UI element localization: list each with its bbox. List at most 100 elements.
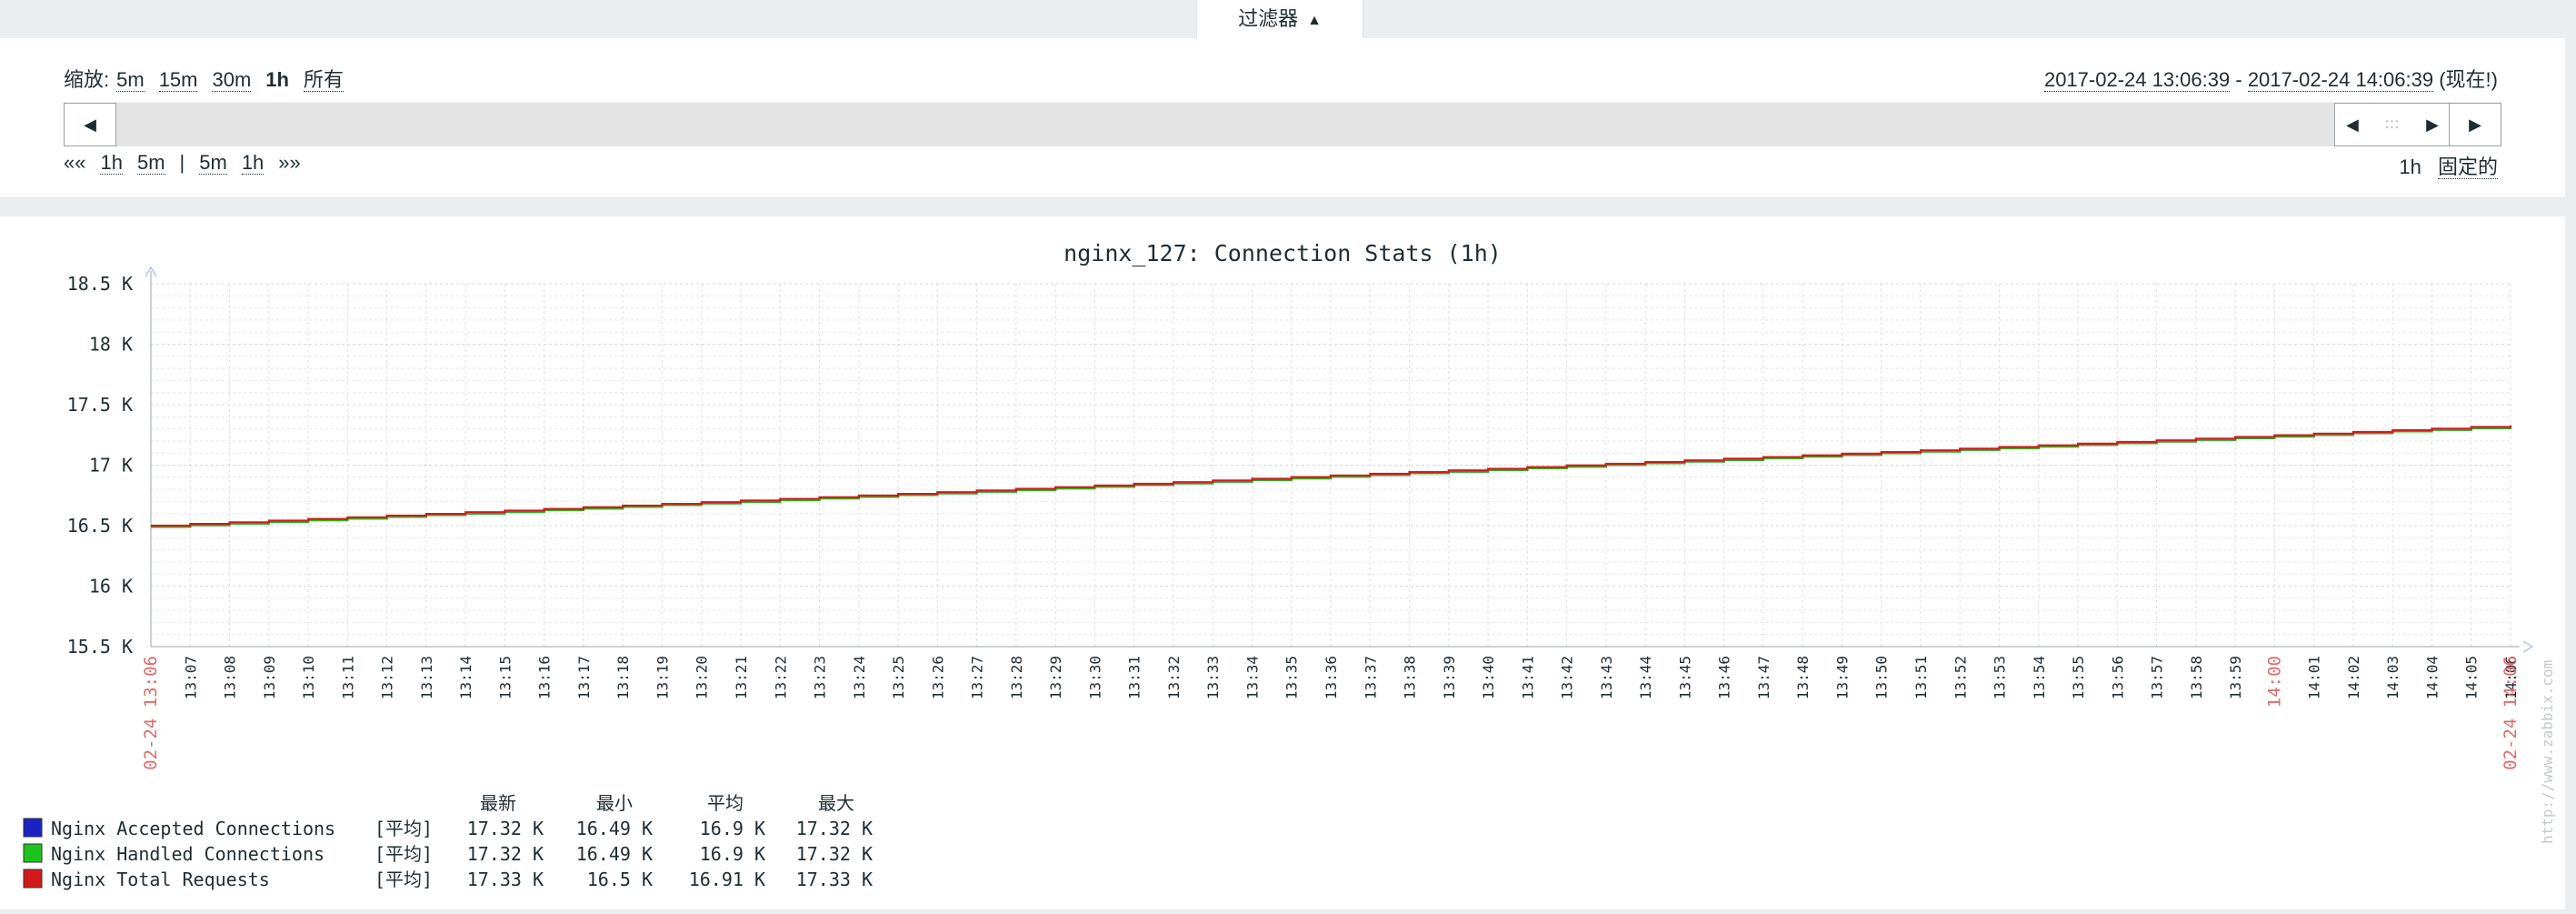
- zoom-30m-link[interactable]: 30m: [212, 69, 252, 92]
- axes: 15.5 K 16 K 16.5 K 17 K 17.5 K 18 K 18.5 K 13:0…: [67, 266, 2534, 770]
- legend-func-label: [平均]: [374, 869, 433, 890]
- connection-stats-graph[interactable]: 15.5 K 16 K 16.5 K 17 K 17.5 K 18 K 18.5 K 13:0…: [0, 216, 2565, 909]
- x-tick-label: 13:15: [496, 656, 514, 699]
- y-tick-label: 16.5 K: [67, 515, 133, 537]
- x-tick-label: 13:54: [2031, 656, 2048, 699]
- legend-header: 最新: [480, 792, 516, 814]
- legend-header: 平均: [707, 792, 744, 814]
- y-tick-label: 18 K: [89, 334, 133, 356]
- legend-stat-value: 17.33 K: [796, 869, 873, 890]
- x-tick-label: 13:35: [1283, 656, 1301, 699]
- x-tick-label: 13:58: [2188, 656, 2205, 699]
- chart-title: nginx_127: Connection Stats (1h): [1063, 240, 1502, 266]
- x-tick-label: 13:30: [1086, 656, 1103, 699]
- shift-forward-icon[interactable]: »»: [278, 151, 300, 175]
- range-to[interactable]: 2017-02-24 14:06:39: [2247, 68, 2434, 92]
- filter-toggle-tab[interactable]: 过滤器 ▲: [1196, 0, 1363, 40]
- caret-up-icon: ▲: [1307, 13, 1322, 28]
- x-tick-label: 13:40: [1480, 656, 1497, 699]
- x-tick-label: 13:57: [2149, 656, 2166, 699]
- shift-back-1h-link[interactable]: 1h: [100, 152, 123, 175]
- legend-stat-value: 16.49 K: [576, 818, 653, 839]
- x-tick-label: 13:43: [1598, 656, 1615, 699]
- x-end-label: 02-24 14:06: [2501, 656, 2521, 770]
- triangle-left-icon: ◀: [84, 116, 96, 134]
- time-scrollbar[interactable]: ◀ ◀ ::: ▶ ▶: [64, 102, 2501, 146]
- x-tick-label: 13:33: [1204, 656, 1222, 699]
- x-start-label: 02-24 13:06: [141, 656, 161, 770]
- range-from[interactable]: 2017-02-24 13:06:39: [2043, 68, 2231, 92]
- shift-forward-5m-link[interactable]: 5m: [199, 152, 227, 175]
- shift-back-5m-link[interactable]: 5m: [136, 152, 165, 175]
- x-tick-label-highlight: 14:00: [2264, 656, 2284, 708]
- x-tick-label: 14:02: [2345, 656, 2362, 699]
- legend-series-name: Nginx Total Requests: [51, 869, 270, 890]
- x-axis-arrow-icon: [2522, 640, 2534, 653]
- x-tick-label: 13:34: [1243, 656, 1261, 699]
- legend-header: 最小: [596, 792, 633, 814]
- scroll-left-button[interactable]: ◀: [64, 103, 116, 146]
- x-tick-label: 13:41: [1519, 656, 1536, 699]
- x-tick-label: 13:19: [654, 656, 671, 699]
- legend-stat-value: 17.32 K: [796, 818, 873, 839]
- x-tick-label: 13:48: [1794, 656, 1812, 699]
- legend-color-swatch: [23, 818, 43, 838]
- x-tick-label: 13:25: [890, 656, 907, 699]
- x-tick-label: 13:24: [851, 656, 868, 699]
- zoom-5m-link[interactable]: 5m: [116, 69, 145, 92]
- x-tick-label: 13:42: [1559, 656, 1576, 699]
- grid: [151, 283, 2511, 648]
- x-tick-label: 13:08: [222, 656, 239, 699]
- legend-stat-value: 16.49 K: [576, 843, 653, 865]
- zoom-15m-link[interactable]: 15m: [158, 69, 198, 92]
- x-tick-label: 13:46: [1716, 656, 1733, 699]
- shift-separator: |: [179, 151, 185, 174]
- zoom-label: 缩放:: [64, 68, 110, 91]
- handle-resize-right-icon[interactable]: ▶: [2426, 116, 2439, 135]
- x-tick-label: 13:55: [2070, 656, 2087, 699]
- x-tick-label: 13:13: [418, 656, 435, 699]
- grip-icon: :::: [2384, 116, 2401, 132]
- y-tick-label: 17.5 K: [67, 394, 133, 416]
- x-tick-label: 13:49: [1833, 656, 1851, 699]
- time-filter-panel: 缩放: 5m 15m 30m 1h 所有 2017-02-24 13:06:39…: [0, 38, 2565, 198]
- y-tick-label: 17 K: [89, 455, 133, 477]
- period-fixed-toggle[interactable]: 固定的: [2437, 156, 2498, 179]
- x-tick-label: 13:16: [536, 656, 554, 699]
- handle-resize-left-icon[interactable]: ◀: [2346, 116, 2359, 135]
- x-tick-label: 13:52: [1952, 656, 1969, 699]
- zoom-controls: 缩放: 5m 15m 30m 1h 所有: [64, 64, 358, 93]
- x-tick-label: 13:44: [1637, 656, 1654, 699]
- x-tick-label: 13:29: [1047, 656, 1064, 699]
- x-tick-label: 13:17: [575, 656, 593, 699]
- zabbix-watermark: http://www.zabbix.com: [2539, 660, 2556, 844]
- x-tick-label: 14:03: [2384, 656, 2401, 699]
- period-value: 1h: [2399, 156, 2421, 178]
- x-tick-label: 14:04: [2423, 656, 2441, 699]
- shift-forward-1h-link[interactable]: 1h: [241, 152, 265, 175]
- period-display: 1h 固定的: [2399, 151, 2498, 180]
- legend-stat-value: 17.32 K: [467, 818, 544, 839]
- zoom-all-link[interactable]: 所有: [303, 69, 344, 92]
- range-separator: -: [2230, 68, 2248, 91]
- x-tick-label: 13:07: [182, 656, 199, 699]
- graph-panel: 15.5 K 16 K 16.5 K 17 K 17.5 K 18 K 18.5 K 13:0…: [0, 216, 2565, 909]
- x-tick-label: 13:31: [1126, 656, 1143, 699]
- x-tick-label: 13:14: [457, 656, 474, 699]
- y-tick-label: 16 K: [89, 576, 133, 598]
- scroll-right-button[interactable]: ▶: [2449, 103, 2501, 146]
- x-tick-label: 13:26: [929, 656, 946, 699]
- zoom-1h-link[interactable]: 1h: [265, 69, 289, 91]
- x-tick-label: 13:11: [339, 656, 356, 699]
- x-tick-label: 13:36: [1323, 656, 1340, 699]
- scrollbar-handle[interactable]: ◀ ::: ▶: [2334, 103, 2451, 146]
- x-tick-label: 13:38: [1402, 656, 1419, 699]
- shift-back-icon[interactable]: ««: [64, 151, 85, 175]
- legend-stat-value: 16.5 K: [587, 869, 653, 890]
- legend-stat-value: 16.91 K: [689, 869, 765, 890]
- x-tick-label: 13:12: [379, 656, 396, 699]
- x-tick-label: 13:20: [694, 656, 711, 699]
- legend-series-name: Nginx Accepted Connections: [51, 818, 335, 839]
- x-tick-label: 13:10: [300, 656, 317, 699]
- x-tick-label: 13:21: [733, 656, 750, 699]
